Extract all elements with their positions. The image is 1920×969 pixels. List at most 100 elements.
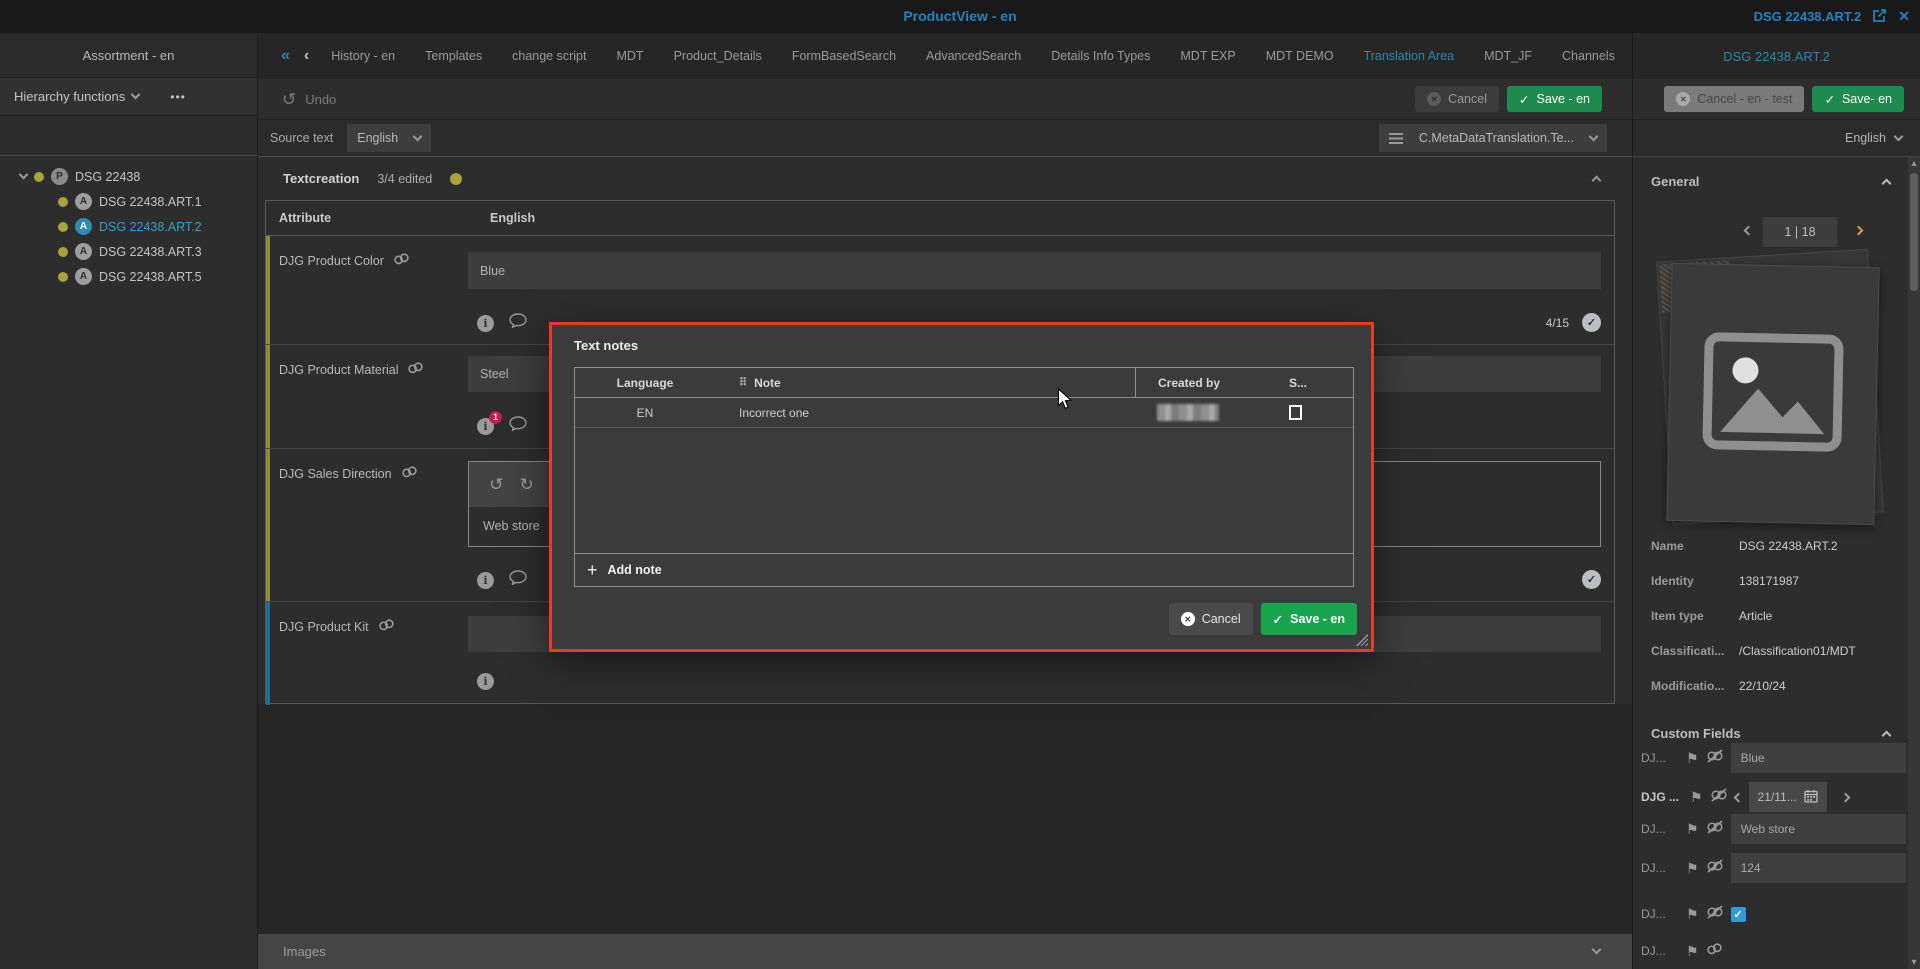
scroll-up-icon[interactable]: ▴ <box>1908 158 1920 169</box>
save-button[interactable]: ✓ Save - en <box>1507 86 1602 112</box>
undo-button[interactable]: ↺ Undo <box>282 91 336 108</box>
comment-icon[interactable] <box>509 416 527 436</box>
tree-item-article-1[interactable]: A DSG 22438.ART.1 <box>0 189 257 214</box>
chevron-down-icon[interactable] <box>131 90 141 100</box>
value-input-product-color[interactable] <box>468 252 1601 289</box>
tab-product-details[interactable]: Product_Details <box>659 49 777 63</box>
add-note-button[interactable]: + Add note <box>575 553 1353 586</box>
status-dot-yellow <box>58 247 68 257</box>
flag-icon[interactable]: ⚑ <box>1686 822 1699 836</box>
date-next-icon[interactable] <box>1840 792 1850 802</box>
mouse-cursor <box>1057 388 1073 410</box>
column-created-by: Created by <box>1135 368 1267 397</box>
date-prev-icon[interactable] <box>1733 792 1743 802</box>
save-en-button[interactable]: ✓ Save- en <box>1812 86 1904 112</box>
dialog-resize-handle[interactable] <box>1356 634 1368 646</box>
expand-section-icon[interactable] <box>1592 945 1602 955</box>
open-in-new-window-icon[interactable] <box>1872 8 1887 26</box>
approved-check-icon[interactable]: ✓ <box>1582 313 1601 332</box>
checkbox-checked[interactable]: ✓ <box>1731 907 1746 922</box>
tree-item-article-2-selected[interactable]: A DSG 22438.ART.2 <box>0 214 257 239</box>
dialog-save-button[interactable]: ✓ Save - en <box>1261 603 1357 635</box>
tab-channels[interactable]: Channels <box>1547 49 1630 63</box>
chevron-down-icon <box>413 131 423 141</box>
article-type-icon: A <box>75 268 92 285</box>
editor-text[interactable]: Web store <box>483 519 540 533</box>
product-image-stack[interactable] <box>1659 253 1885 541</box>
flag-icon[interactable]: ⚑ <box>1690 790 1703 804</box>
calendar-icon[interactable] <box>1804 789 1818 806</box>
tree-item-article-3[interactable]: A DSG 22438.ART.3 <box>0 239 257 264</box>
tab-mdt[interactable]: MDT <box>601 49 658 63</box>
column-grip-icon[interactable]: ⠿ <box>739 376 747 389</box>
tabs-first-icon[interactable]: « <box>274 47 297 65</box>
link-icon[interactable] <box>1706 942 1723 960</box>
note-select-checkbox[interactable] <box>1289 405 1302 420</box>
tab-templates[interactable]: Templates <box>410 49 497 63</box>
unlink-icon[interactable] <box>1706 820 1724 839</box>
tab-advancedsearch[interactable]: AdvancedSearch <box>911 49 1036 63</box>
tab-mdt-demo[interactable]: MDT DEMO <box>1251 49 1349 63</box>
status-dot-yellow <box>58 272 68 282</box>
custom-field-input[interactable] <box>1731 853 1906 883</box>
note-row[interactable]: EN Incorrect one <box>575 398 1353 428</box>
editor-undo-icon[interactable]: ↺ <box>489 475 503 495</box>
cancel-button[interactable]: ✕ Cancel <box>1415 86 1499 112</box>
plus-icon: + <box>587 560 598 581</box>
tree-item-article-5[interactable]: A DSG 22438.ART.5 <box>0 264 257 289</box>
editor-redo-icon[interactable]: ↻ <box>520 475 534 495</box>
tab-change-script[interactable]: change script <box>497 49 601 63</box>
cancel-en-test-button[interactable]: ✕ Cancel - en - test <box>1664 86 1804 112</box>
status-dot-yellow <box>58 197 68 207</box>
hierarchy-functions-dropdown[interactable]: Hierarchy functions <box>14 89 125 104</box>
unlink-icon[interactable] <box>1706 749 1724 768</box>
expand-chevron-icon[interactable] <box>19 170 29 180</box>
flag-icon[interactable]: ⚑ <box>1686 944 1699 958</box>
tab-mdt-exp[interactable]: MDT EXP <box>1165 49 1250 63</box>
pager-prev-icon[interactable] <box>1744 226 1754 236</box>
close-icon[interactable]: ✕ <box>1898 8 1910 25</box>
tab-history[interactable]: History - en <box>316 49 410 63</box>
collapse-section-icon[interactable] <box>1592 176 1602 186</box>
date-field[interactable]: 21/11... <box>1749 782 1827 812</box>
general-section-header[interactable]: General <box>1633 165 1908 197</box>
pager-next-icon[interactable] <box>1854 226 1864 236</box>
scroll-down-icon[interactable]: ▾ <box>1908 957 1920 968</box>
notes-count-badge: 1 <box>489 411 502 424</box>
tree-item-product[interactable]: P DSG 22438 <box>0 164 257 189</box>
check-icon: ✓ <box>1824 92 1834 107</box>
info-icon[interactable]: i <box>477 315 494 332</box>
tabs-prev-icon[interactable]: ‹ <box>297 47 316 65</box>
tab-formbasedsearch[interactable]: FormBasedSearch <box>777 49 911 63</box>
custom-field-input[interactable] <box>1731 814 1906 844</box>
custom-field-input[interactable] <box>1731 743 1906 773</box>
images-section-header[interactable]: Images <box>258 933 1632 969</box>
panel-scrollbar[interactable]: ▴ ▾ <box>1908 157 1920 969</box>
tab-details-info-types[interactable]: Details Info Types <box>1036 49 1165 63</box>
dialog-cancel-button[interactable]: ✕ Cancel <box>1169 603 1253 635</box>
more-options-icon[interactable]: ••• <box>170 90 186 104</box>
panel-language-dropdown[interactable]: English <box>1633 119 1920 157</box>
info-icon[interactable]: i 1 <box>477 418 494 435</box>
info-icon[interactable]: i <box>477 572 494 589</box>
flag-icon[interactable]: ⚑ <box>1686 907 1699 921</box>
tab-mdt-jf[interactable]: MDT_JF <box>1469 49 1547 63</box>
collapse-section-icon[interactable] <box>1882 178 1892 188</box>
sidebar-title: Assortment - en <box>0 33 257 78</box>
unlink-icon[interactable] <box>1710 788 1728 807</box>
unlink-icon[interactable] <box>1706 859 1724 878</box>
comment-icon[interactable] <box>509 313 527 333</box>
info-icon[interactable]: i <box>477 673 494 690</box>
unlink-icon[interactable] <box>1706 905 1724 924</box>
scrollbar-thumb[interactable] <box>1910 173 1918 291</box>
collapse-section-icon[interactable] <box>1882 730 1892 740</box>
created-by-redacted <box>1157 404 1219 421</box>
flag-icon[interactable]: ⚑ <box>1686 861 1699 875</box>
approved-check-icon[interactable]: ✓ <box>1582 570 1601 589</box>
metadata-translation-dropdown[interactable]: C.MetaDataTranslation.Te... <box>1379 124 1607 152</box>
comment-icon[interactable] <box>509 570 527 590</box>
source-language-dropdown[interactable]: English <box>347 124 431 152</box>
flag-icon[interactable]: ⚑ <box>1686 751 1699 765</box>
attribute-table-header: Attribute English <box>266 201 1614 236</box>
tab-translation-area-active[interactable]: Translation Area <box>1349 49 1470 63</box>
